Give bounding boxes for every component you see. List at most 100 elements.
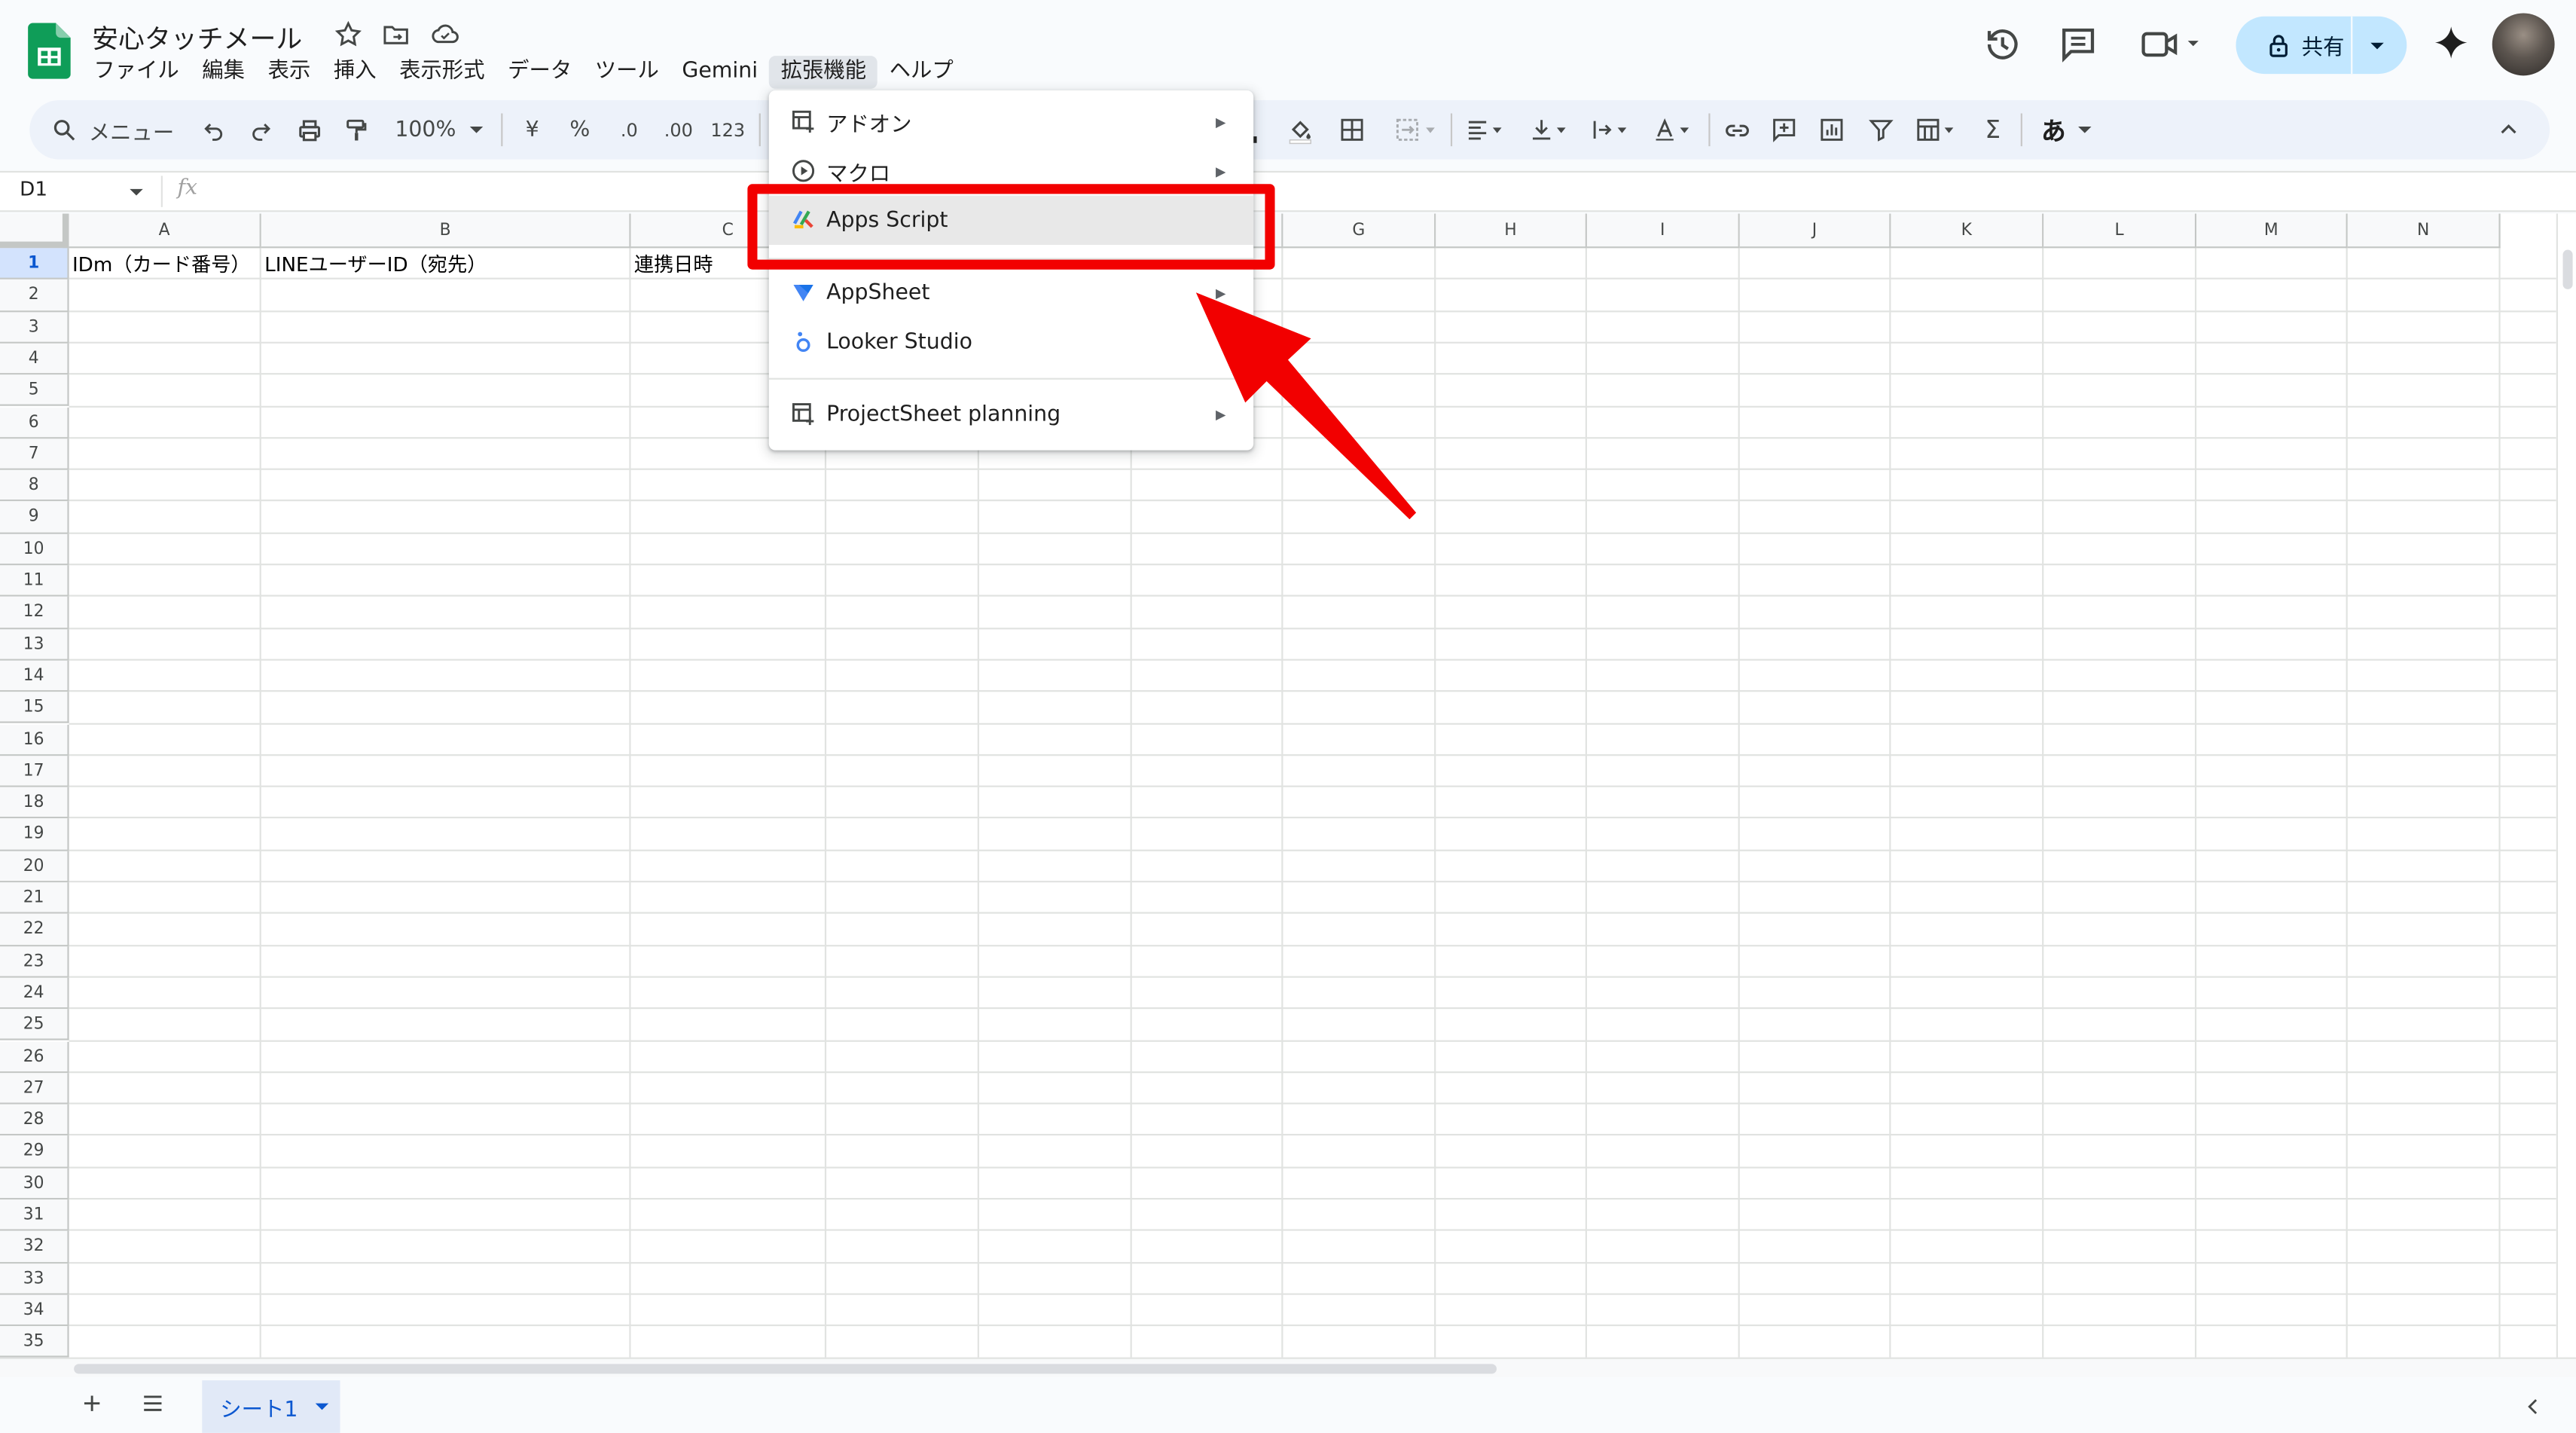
- input-tools-dropdown-icon[interactable]: [2075, 115, 2095, 145]
- column-header-j[interactable]: J: [1739, 213, 1891, 249]
- borders-icon[interactable]: [1337, 115, 1366, 145]
- menu-view[interactable]: 表示: [256, 56, 322, 89]
- sheets-logo[interactable]: [28, 23, 71, 79]
- sheet-tab-dropdown-icon[interactable]: [314, 1400, 331, 1413]
- comments-icon[interactable]: [2057, 23, 2100, 66]
- print-icon[interactable]: [294, 115, 323, 145]
- cloud-saved-icon[interactable]: [429, 20, 459, 49]
- menu-edit[interactable]: 編集: [191, 56, 256, 89]
- menu-item-addons[interactable]: アドオン ▶: [769, 97, 1253, 146]
- column-header-i[interactable]: I: [1586, 213, 1740, 249]
- row-header-28[interactable]: 28: [0, 1104, 69, 1136]
- star-icon[interactable]: [334, 20, 363, 49]
- row-header-11[interactable]: 11: [0, 565, 69, 597]
- functions-icon[interactable]: Σ: [1978, 115, 2007, 145]
- name-box-dropdown-icon[interactable]: [128, 185, 145, 198]
- column-header-a[interactable]: A: [69, 213, 261, 249]
- row-header-2[interactable]: 2: [0, 280, 69, 312]
- row-header-16[interactable]: 16: [0, 723, 69, 756]
- currency-format-button[interactable]: ¥: [519, 115, 545, 145]
- row-header-24[interactable]: 24: [0, 977, 69, 1010]
- row-header-26[interactable]: 26: [0, 1040, 69, 1073]
- increase-decimal-button[interactable]: .00: [661, 115, 697, 145]
- zoom-dropdown-icon[interactable]: [466, 115, 486, 145]
- menu-item-appsheet[interactable]: AppSheet ▶: [769, 268, 1253, 317]
- menu-item-projectsheet-planning[interactable]: ProjectSheet planning ▶: [769, 390, 1253, 438]
- search-menus-label[interactable]: メニュー: [89, 115, 178, 145]
- horizontal-scrollbar[interactable]: [0, 1357, 2576, 1377]
- menu-gemini[interactable]: Gemini: [670, 56, 769, 89]
- zoom-select[interactable]: 100%: [391, 115, 460, 145]
- menu-item-looker-studio[interactable]: Looker Studio: [769, 317, 1253, 366]
- column-header-h[interactable]: H: [1436, 213, 1587, 249]
- row-header-19[interactable]: 19: [0, 819, 69, 851]
- row-header-35[interactable]: 35: [0, 1326, 69, 1358]
- row-header-1[interactable]: 1: [0, 248, 69, 280]
- horizontal-align-icon[interactable]: [1460, 115, 1509, 145]
- row-header-21[interactable]: 21: [0, 882, 69, 915]
- cell-c1[interactable]: 連携日時: [631, 250, 713, 280]
- insert-comment-icon[interactable]: [1769, 115, 1799, 145]
- row-header-22[interactable]: 22: [0, 914, 69, 946]
- name-box[interactable]: D1: [20, 178, 47, 201]
- row-header-30[interactable]: 30: [0, 1168, 69, 1200]
- share-button[interactable]: 共有: [2236, 16, 2407, 75]
- row-header-10[interactable]: 10: [0, 533, 69, 566]
- share-dropdown-icon[interactable]: [2367, 38, 2387, 54]
- row-header-5[interactable]: 5: [0, 374, 69, 407]
- menu-tools[interactable]: ツール: [583, 56, 670, 89]
- redo-icon[interactable]: [246, 115, 276, 145]
- row-header-12[interactable]: 12: [0, 597, 69, 629]
- all-sheets-icon[interactable]: [139, 1390, 166, 1416]
- vertical-scrollbar[interactable]: [2556, 213, 2576, 1358]
- insert-link-icon[interactable]: [1722, 115, 1751, 145]
- column-header-b[interactable]: B: [261, 213, 631, 249]
- document-title[interactable]: 安心タッチメール: [92, 17, 302, 56]
- number-format-button[interactable]: 123: [708, 115, 747, 145]
- filter-views-icon[interactable]: [1911, 115, 1964, 145]
- explore-collapse-icon[interactable]: [2522, 1395, 2545, 1419]
- row-header-31[interactable]: 31: [0, 1199, 69, 1232]
- search-menus-icon[interactable]: [49, 115, 78, 145]
- row-header-14[interactable]: 14: [0, 660, 69, 692]
- undo-icon[interactable]: [199, 115, 228, 145]
- menu-file[interactable]: ファイル: [82, 56, 191, 89]
- sheet-tab-active[interactable]: シート1: [202, 1380, 340, 1433]
- column-header-m[interactable]: M: [2196, 213, 2348, 249]
- row-header-17[interactable]: 17: [0, 755, 69, 787]
- menu-data[interactable]: データ: [496, 56, 584, 89]
- text-rotation-icon[interactable]: [1648, 115, 1697, 145]
- percent-format-button[interactable]: %: [566, 115, 593, 145]
- vertical-align-icon[interactable]: [1525, 115, 1573, 145]
- row-header-18[interactable]: 18: [0, 787, 69, 820]
- gemini-spark-icon[interactable]: [2430, 23, 2473, 66]
- move-folder-icon[interactable]: [381, 20, 411, 49]
- row-header-8[interactable]: 8: [0, 469, 69, 503]
- menu-extensions[interactable]: 拡張機能: [769, 56, 878, 89]
- row-header-7[interactable]: 7: [0, 438, 69, 470]
- column-header-k[interactable]: K: [1891, 213, 2044, 249]
- vertical-scroll-thumb[interactable]: [2562, 249, 2573, 289]
- select-all-corner[interactable]: [0, 213, 69, 249]
- row-header-20[interactable]: 20: [0, 851, 69, 883]
- row-header-15[interactable]: 15: [0, 692, 69, 724]
- cell-b1[interactable]: LINEユーザーID（宛先）: [261, 250, 487, 280]
- row-header-25[interactable]: 25: [0, 1009, 69, 1041]
- cell-a1[interactable]: IDm（カード番号）: [69, 250, 251, 280]
- menu-help[interactable]: ヘルプ: [877, 56, 965, 89]
- horizontal-scroll-thumb[interactable]: [74, 1364, 1497, 1374]
- menu-format[interactable]: 表示形式: [388, 56, 496, 89]
- fill-color-icon[interactable]: [1285, 115, 1314, 145]
- row-header-3[interactable]: 3: [0, 311, 69, 344]
- row-header-33[interactable]: 33: [0, 1263, 69, 1295]
- row-header-23[interactable]: 23: [0, 946, 69, 978]
- row-header-4[interactable]: 4: [0, 343, 69, 375]
- collapse-toolbar-icon[interactable]: [2494, 115, 2523, 145]
- version-history-icon[interactable]: [1981, 23, 2024, 66]
- account-avatar[interactable]: [2492, 13, 2555, 76]
- input-tools-button[interactable]: あ: [2035, 115, 2071, 145]
- meet-video-icon[interactable]: [2139, 23, 2205, 66]
- filter-icon[interactable]: [1866, 115, 1896, 145]
- column-header-n[interactable]: N: [2347, 213, 2501, 249]
- menu-insert[interactable]: 挿入: [322, 56, 388, 89]
